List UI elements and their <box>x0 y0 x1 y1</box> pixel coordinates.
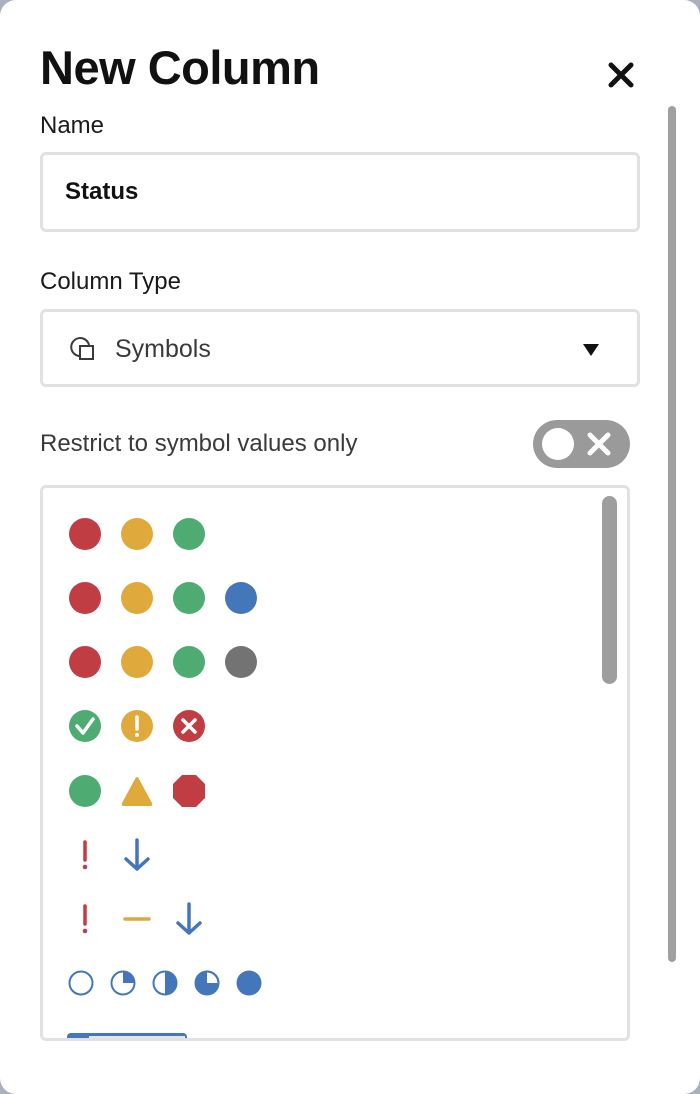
close-icon <box>608 62 634 88</box>
column-type-value: Symbols <box>115 335 211 363</box>
symbol-set-traffic-lights-3[interactable] <box>68 517 224 551</box>
symbol-set-shapes[interactable] <box>68 774 224 808</box>
symbol-set-priority-3[interactable] <box>68 902 224 936</box>
harvey-ball-half-icon <box>152 970 178 996</box>
dialog-title: New Column <box>40 41 320 94</box>
exclamation-circle-icon <box>121 710 153 742</box>
yellow-circle-icon <box>121 518 153 550</box>
symbol-set-traffic-lights-4-gray[interactable] <box>68 645 276 679</box>
close-button[interactable] <box>604 58 638 92</box>
green-circle-icon <box>69 775 101 807</box>
dash-icon <box>123 917 151 921</box>
green-circle-icon <box>173 518 205 550</box>
symbol-set-progress-harvey-balls[interactable] <box>68 966 278 1000</box>
toggle-knob <box>542 428 574 460</box>
red-circle-icon <box>69 582 101 614</box>
progress-bar-track <box>89 1036 185 1038</box>
blue-circle-icon <box>225 582 257 614</box>
yellow-circle-icon <box>121 646 153 678</box>
harvey-ball-empty-icon <box>68 970 94 996</box>
column-type-select[interactable]: Symbols <box>40 309 640 387</box>
red-circle-icon <box>69 518 101 550</box>
yellow-circle-icon <box>121 582 153 614</box>
restrict-toggle[interactable] <box>533 420 630 468</box>
symbol-set-progress-bar[interactable] <box>67 1033 187 1038</box>
dialog-scrollbar[interactable] <box>668 106 676 962</box>
x-circle-icon <box>173 710 205 742</box>
exclamation-icon <box>82 904 88 934</box>
symbol-set-priority-2[interactable] <box>68 838 172 872</box>
harvey-ball-quarter-icon <box>110 970 136 996</box>
gray-circle-icon <box>225 646 257 678</box>
green-circle-icon <box>173 646 205 678</box>
name-field-container <box>40 152 640 232</box>
new-column-dialog: New Column Name Column Type Symbols Rest… <box>0 0 700 1094</box>
red-octagon-icon <box>173 775 205 807</box>
x-icon <box>587 432 611 456</box>
name-label: Name <box>40 112 105 139</box>
symbol-set-status-icons[interactable] <box>68 709 224 743</box>
exclamation-icon <box>82 840 88 870</box>
green-circle-icon <box>173 582 205 614</box>
symbol-list-scrollbar[interactable] <box>602 496 617 684</box>
symbol-set-list <box>40 485 630 1041</box>
down-arrow-icon <box>124 838 150 871</box>
restrict-label: Restrict to symbol values only <box>40 430 358 457</box>
red-circle-icon <box>69 646 101 678</box>
harvey-ball-three-quarter-icon <box>194 970 220 996</box>
column-type-label: Column Type <box>40 268 181 295</box>
down-arrow-icon <box>176 902 202 935</box>
harvey-ball-full-icon <box>236 970 262 996</box>
symbol-set-traffic-lights-4-blue[interactable] <box>68 581 276 615</box>
yellow-triangle-icon <box>121 777 153 806</box>
check-circle-icon <box>69 710 101 742</box>
caret-down-icon <box>583 344 599 356</box>
name-input[interactable] <box>65 155 605 229</box>
shapes-icon <box>70 337 94 360</box>
